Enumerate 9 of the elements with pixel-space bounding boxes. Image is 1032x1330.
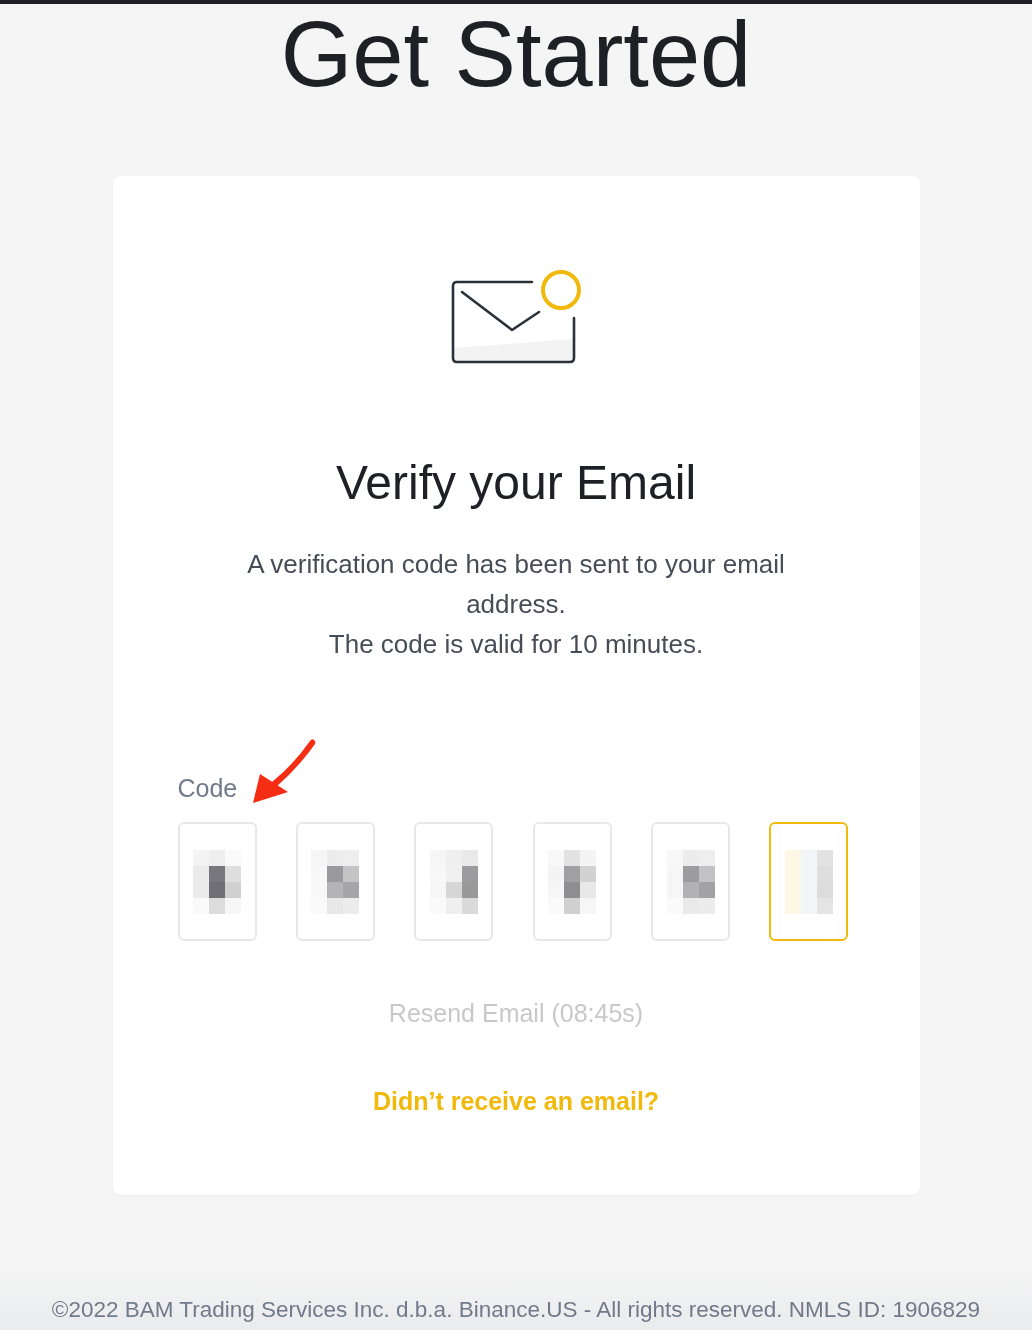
page-title: Get Started [280,8,752,100]
code-label: Code [177,773,238,804]
verification-message: A verification code has been sent to your email address. [246,548,786,621]
help-link[interactable]: Didn’t receive an email? [372,1085,660,1117]
envelope-icon [449,267,583,365]
code-digit-field[interactable] [769,822,849,941]
validity-note: The code is valid for 10 minutes. [328,628,704,661]
copyright-text: ©2022 BAM Trading Services Inc. d.b.a. Binance.US - All rights reserved. NMLS ID: 1906829 [51,1296,981,1324]
card-heading: Verify your Email [335,455,697,511]
